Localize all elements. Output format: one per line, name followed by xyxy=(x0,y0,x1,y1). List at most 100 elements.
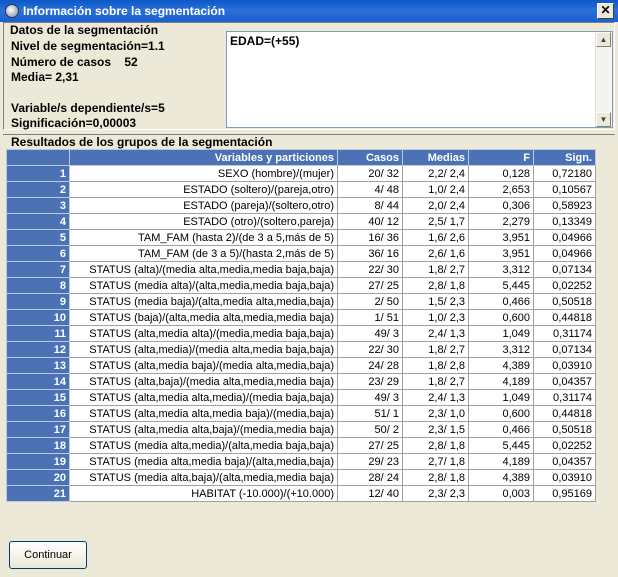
cell-medias: 2,7/ 1,8 xyxy=(402,453,469,470)
cell-sign: 0,03910 xyxy=(533,357,596,374)
table-row[interactable]: 5 TAM_FAM (hasta 2)/(de 3 a 5,más de 5) 16… xyxy=(6,229,596,246)
table-row[interactable]: 3 ESTADO (pareja)/(soltero,otro) 8/ 44 2,0/… xyxy=(6,197,596,214)
header-variables[interactable]: Variables y particiones xyxy=(69,149,338,166)
title-bar: Información sobre la segmentación ✕ xyxy=(0,0,618,22)
table-row[interactable]: 7 STATUS (alta)/(media alta,media,media b… xyxy=(6,261,596,278)
cell-casos: 40/ 12 xyxy=(337,213,403,230)
row-number: 3 xyxy=(6,197,70,214)
table-row[interactable]: 12 STATUS (alta,media)/(media alta,media … xyxy=(6,341,596,358)
table-row[interactable]: 2 ESTADO (soltero)/(pareja,otro) 4/ 48 1,0/… xyxy=(6,181,596,198)
cell-sign: 0,50518 xyxy=(533,293,596,310)
table-row[interactable]: 19 STATUS (media alta,media baja)/(alta,m… xyxy=(6,453,596,470)
cell-variables: STATUS (alta,media alta,media baja)/(med… xyxy=(69,405,338,422)
cell-casos: 49/ 3 xyxy=(337,389,403,406)
cell-f: 2,653 xyxy=(468,181,534,198)
row-number: 16 xyxy=(6,405,70,422)
cell-casos: 16/ 36 xyxy=(337,229,403,246)
header-f[interactable]: F xyxy=(468,149,534,166)
cell-sign: 0,04357 xyxy=(533,373,596,390)
table-row[interactable]: 11 STATUS (alta,media alta)/(media,media … xyxy=(6,325,596,342)
table-row[interactable]: 4 ESTADO (otro)/(soltero,pareja) 40/ 12 2,5… xyxy=(6,213,596,230)
row-number: 4 xyxy=(6,213,70,230)
segmentation-data-panel: Datos de la segmentación Nivel de segmen… xyxy=(3,22,615,130)
table-row[interactable]: 16 STATUS (alta,media alta,media baja)/(m… xyxy=(6,405,596,422)
cell-sign: 0,07134 xyxy=(533,341,596,358)
row-number: 1 xyxy=(6,165,70,182)
cell-variables: STATUS (alta,media alta)/(media,media ba… xyxy=(69,325,338,342)
cell-variables: STATUS (baja)/(alta,media alta,media,med… xyxy=(69,309,338,326)
row-number: 17 xyxy=(6,421,70,438)
cell-casos: 51/ 1 xyxy=(337,405,403,422)
cell-medias: 2,3/ 1,0 xyxy=(402,405,469,422)
cell-variables: TAM_FAM (hasta 2)/(de 3 a 5,más de 5) xyxy=(69,229,338,246)
table-row[interactable]: 6 TAM_FAM (de 3 a 5)/(hasta 2,más de 5) 36… xyxy=(6,245,596,262)
cell-f: 0,466 xyxy=(468,421,534,438)
table-row[interactable]: 13 STATUS (alta,media baja)/(media alta,m… xyxy=(6,357,596,374)
cell-sign: 0,04966 xyxy=(533,229,596,246)
continue-button[interactable]: Continuar xyxy=(9,541,87,569)
cell-casos: 22/ 30 xyxy=(337,341,403,358)
scroll-down-icon[interactable]: ▼ xyxy=(596,112,611,127)
cell-medias: 1,8/ 2,8 xyxy=(402,357,469,374)
cell-medias: 2,4/ 1,3 xyxy=(402,389,469,406)
cell-f: 0,466 xyxy=(468,293,534,310)
segment-textbox[interactable]: EDAD=(+55) ▲ ▼ xyxy=(226,31,613,128)
table-row[interactable]: 21 HABITAT (-10.000)/(+10.000) 12/ 40 2,3/ … xyxy=(6,485,596,502)
table-row[interactable]: 8 STATUS (media alta)/(alta,media,media b… xyxy=(6,277,596,294)
textbox-scrollbar[interactable]: ▲ ▼ xyxy=(595,32,612,127)
cell-casos: 8/ 44 xyxy=(337,197,403,214)
cell-variables: STATUS (media baja)/(alta,media alta,med… xyxy=(69,293,338,310)
results-table: Variables y particiones Casos Medias F S… xyxy=(6,149,596,502)
table-row[interactable]: 18 STATUS (media alta,media)/(alta,media … xyxy=(6,437,596,454)
row-number: 18 xyxy=(6,437,70,454)
table-row[interactable]: 14 STATUS (alta,baja)/(media alta,media,m… xyxy=(6,373,596,390)
cell-variables: STATUS (alta,media alta,media)/(media ba… xyxy=(69,389,338,406)
table-row[interactable]: 20 STATUS (media alta,baja)/(alta,media,m… xyxy=(6,469,596,486)
cell-f: 4,389 xyxy=(468,469,534,486)
cell-f: 5,445 xyxy=(468,437,534,454)
close-button[interactable]: ✕ xyxy=(597,3,614,19)
cell-sign: 0,02252 xyxy=(533,437,596,454)
cell-casos: 2/ 50 xyxy=(337,293,403,310)
cell-variables: STATUS (media alta,baja)/(alta,media,med… xyxy=(69,469,338,486)
header-medias[interactable]: Medias xyxy=(402,149,469,166)
header-sign[interactable]: Sign. xyxy=(533,149,596,166)
cell-casos: 22/ 30 xyxy=(337,261,403,278)
row-number: 20 xyxy=(6,469,70,486)
mean-value: Media= 2,31 xyxy=(11,70,79,84)
cell-casos: 4/ 48 xyxy=(337,181,403,198)
cell-f: 0,003 xyxy=(468,485,534,502)
cell-casos: 28/ 24 xyxy=(337,469,403,486)
cell-sign: 0,02252 xyxy=(533,277,596,294)
cell-casos: 23/ 29 xyxy=(337,373,403,390)
cell-f: 3,312 xyxy=(468,341,534,358)
row-number: 12 xyxy=(6,341,70,358)
cell-variables: STATUS (media alta)/(alta,media,media ba… xyxy=(69,277,338,294)
row-number: 9 xyxy=(6,293,70,310)
cell-f: 1,049 xyxy=(468,389,534,406)
header-row-number xyxy=(6,149,70,166)
row-number: 19 xyxy=(6,453,70,470)
cell-sign: 0,44818 xyxy=(533,309,596,326)
row-number: 8 xyxy=(6,277,70,294)
cell-sign: 0,31174 xyxy=(533,325,596,342)
app-icon xyxy=(5,4,19,18)
table-row[interactable]: 15 STATUS (alta,media alta,media)/(media … xyxy=(6,389,596,406)
cell-medias: 2,0/ 2,4 xyxy=(402,197,469,214)
table-row[interactable]: 10 STATUS (baja)/(alta,media alta,media,m… xyxy=(6,309,596,326)
cell-medias: 1,0/ 2,3 xyxy=(402,309,469,326)
scroll-up-icon[interactable]: ▲ xyxy=(596,32,611,47)
cell-f: 0,306 xyxy=(468,197,534,214)
table-row[interactable]: 9 STATUS (media baja)/(alta,media alta,me… xyxy=(6,293,596,310)
cell-variables: STATUS (alta,media baja)/(media alta,med… xyxy=(69,357,338,374)
table-row[interactable]: 1 SEXO (hombre)/(mujer) 20/ 32 2,2/ 2,4 0,12… xyxy=(6,165,596,182)
cell-variables: TAM_FAM (de 3 a 5)/(hasta 2,más de 5) xyxy=(69,245,338,262)
cell-f: 0,600 xyxy=(468,309,534,326)
cell-sign: 0,72180 xyxy=(533,165,596,182)
header-casos[interactable]: Casos xyxy=(337,149,403,166)
cell-f: 3,951 xyxy=(468,245,534,262)
results-heading: Resultados de los grupos de la segmentac… xyxy=(11,135,273,149)
cell-sign: 0,04966 xyxy=(533,245,596,262)
table-row[interactable]: 17 STATUS (alta,media alta,baja)/(media,m… xyxy=(6,421,596,438)
cell-variables: SEXO (hombre)/(mujer) xyxy=(69,165,338,182)
